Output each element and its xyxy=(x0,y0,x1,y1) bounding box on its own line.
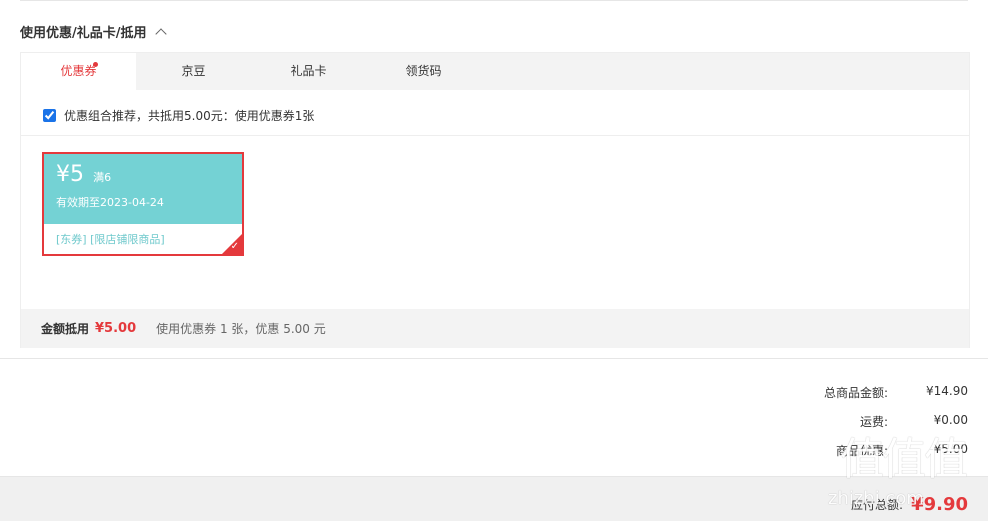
goods-discount-label: 商品优惠: xyxy=(835,444,888,458)
goods-total-row: 总商品金额: ¥14.90 xyxy=(668,384,968,401)
shipping-row: 运费: ¥0.00 xyxy=(668,413,968,430)
payable-label: 应付总额: xyxy=(851,498,904,512)
top-divider xyxy=(20,0,968,1)
coupon-amount: ¥5 xyxy=(56,162,84,187)
tab-label: 礼品卡 xyxy=(290,64,327,78)
goods-total-label: 总商品金额: xyxy=(823,386,888,400)
recommend-checkbox[interactable] xyxy=(43,109,56,122)
recommend-text: 优惠组合推荐，共抵用5.00元：使用优惠券1张 xyxy=(64,109,315,123)
summary-label: 金额抵用 xyxy=(41,322,90,336)
chevron-up-icon[interactable] xyxy=(154,27,167,40)
tab-coupons[interactable]: 优惠券 xyxy=(21,53,136,90)
discount-section-header[interactable]: 使用优惠/礼品卡/抵用 xyxy=(20,22,167,41)
goods-total-value: ¥14.90 xyxy=(926,384,968,398)
shipping-value: ¥0.00 xyxy=(933,413,968,427)
tab-jingdou[interactable]: 京豆 xyxy=(136,53,251,90)
tab-label: 优惠券 xyxy=(60,64,97,78)
shipping-label: 运费: xyxy=(859,415,888,429)
coupon-tags: [东券] [限店铺限商品] xyxy=(56,233,165,246)
discount-summary: 金额抵用 ¥5.00 使用优惠券 1 张，优惠 5.00 元 xyxy=(21,309,969,348)
tab-pickup-code[interactable]: 领货码 xyxy=(366,53,481,90)
payable-value: ¥9.90 xyxy=(911,494,968,515)
payable-total: 应付总额: ¥9.90 xyxy=(851,494,968,515)
goods-discount-value: -¥5.00 xyxy=(929,442,968,456)
coupon-card[interactable]: ¥5 满6 有效期至2023-04-24 [东券] [限店铺限商品] ✓ xyxy=(42,152,244,256)
payable-bar xyxy=(0,476,988,521)
notification-dot-icon xyxy=(93,62,98,67)
tab-gift-card[interactable]: 礼品卡 xyxy=(251,53,366,90)
tab-label: 京豆 xyxy=(181,64,206,78)
panel-divider xyxy=(21,135,969,136)
summary-detail: 使用优惠券 1 张，优惠 5.00 元 xyxy=(156,322,326,336)
goods-discount-row: 商品优惠: -¥5.00 xyxy=(668,442,968,459)
recommend-combo[interactable]: 优惠组合推荐，共抵用5.00元：使用优惠券1张 xyxy=(43,107,314,124)
summary-value: ¥5.00 xyxy=(95,321,137,336)
coupon-condition: 满6 xyxy=(93,171,112,184)
section-divider xyxy=(0,358,988,359)
discount-panel: 优惠券 京豆 礼品卡 领货码 优惠组合推荐，共抵用5.00元：使用优惠券1张 ¥… xyxy=(20,52,970,348)
discount-tabs: 优惠券 京豆 礼品卡 领货码 xyxy=(21,53,969,90)
coupon-validity: 有效期至2023-04-24 xyxy=(56,196,164,209)
section-title: 使用优惠/礼品卡/抵用 xyxy=(20,26,147,41)
coupon-header: ¥5 满6 有效期至2023-04-24 xyxy=(44,154,242,224)
tab-label: 领货码 xyxy=(405,64,442,78)
check-icon: ✓ xyxy=(230,241,239,252)
